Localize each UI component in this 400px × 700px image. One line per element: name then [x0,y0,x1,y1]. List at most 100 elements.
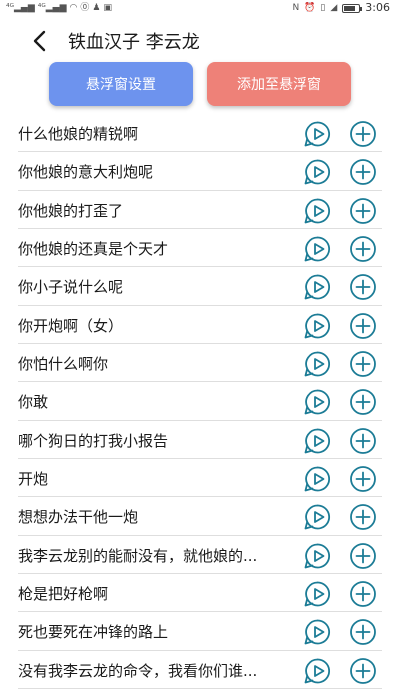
play-icon [304,121,330,147]
add-button[interactable] [349,388,377,416]
list-item[interactable]: 你小子说什么呢 [0,267,400,307]
add-button[interactable] [349,312,377,340]
list-item[interactable]: 你他娘的还真是个天才 [0,229,400,268]
play-button[interactable] [304,618,332,646]
add-button[interactable] [349,273,377,301]
plus-circle-icon [350,351,376,377]
app-notification-icon: ▣ [103,3,112,13]
status-bar: ⁴ᴳ▂▄▆ ⁴ᴳ▂▄▆ ◠ ⓪ ♟ ▣ N ⏰ ▯ ◢ 3:06 [0,0,400,16]
list-item[interactable]: 想想办法干他一炮 [0,497,400,537]
sound-title: 你他娘的打歪了 [18,201,124,220]
qq-icon: ♟ [92,3,101,13]
play-button[interactable] [304,542,332,570]
sound-title: 想想办法干他一炮 [18,508,139,527]
sound-title: 什么他娘的精锐啊 [18,125,139,143]
play-button[interactable] [304,580,332,608]
plus-circle-icon [350,159,376,186]
play-button[interactable] [304,465,332,493]
play-icon [304,236,330,262]
add-button[interactable] [349,120,377,148]
sound-title: 你怕什么啊你 [18,355,109,374]
plus-circle-icon [350,197,376,224]
play-button[interactable] [304,427,332,455]
add-button[interactable] [349,542,377,570]
add-button[interactable] [349,618,377,646]
plus-circle-icon [350,657,376,684]
status-time: 3:06 [365,1,390,14]
sound-title: 你敢 [18,393,49,412]
signal-4g-icon: ⁴ᴳ▂▄▆ [37,3,67,13]
play-icon [304,620,330,645]
play-icon [304,543,330,569]
float-settings-button[interactable]: 悬浮窗设置 [49,62,193,106]
plus-circle-icon [350,504,376,531]
list-item[interactable]: 什么他娘的精锐啊 [0,114,400,153]
nfc-icon: N [292,3,300,13]
header: 铁血汉子 李云龙 [0,16,400,62]
list-item[interactable]: 你敢 [0,382,400,422]
add-to-float-button[interactable]: 添加至悬浮窗 [207,62,351,106]
add-button[interactable] [349,465,377,493]
play-icon [304,428,330,454]
list-item[interactable]: 哪个狗日的打我小报告 [0,421,400,460]
list-item[interactable]: 开炮 [0,459,400,498]
status-bar-left: ⁴ᴳ▂▄▆ ⁴ᴳ▂▄▆ ◠ ⓪ ♟ ▣ [6,1,112,15]
list-item[interactable]: 死也要死在冲锋的路上 [0,612,400,652]
play-button[interactable] [304,657,332,685]
add-button[interactable] [349,580,377,608]
wifi-icon: ◠ [69,3,78,13]
play-button[interactable] [304,388,332,416]
list-item[interactable]: 你他娘的意大利炮呢 [0,152,400,192]
sound-title: 开炮 [18,470,49,489]
add-button[interactable] [349,158,377,186]
play-icon [304,313,330,339]
play-icon [304,159,330,185]
plus-circle-icon [350,312,376,339]
list-item[interactable]: 你怕什么啊你 [0,344,400,383]
play-button[interactable] [304,350,332,378]
play-icon [304,274,330,300]
list-item[interactable]: 枪是把好枪啊 [0,574,400,613]
list-item[interactable]: 我李云龙别的能耐没有，就他娘的... [0,536,400,575]
play-icon [304,390,330,415]
play-button[interactable] [304,312,332,340]
vibrate-icon: ▯ [320,3,326,13]
plus-circle-icon [350,274,376,301]
play-icon [304,351,330,377]
sound-title: 你开炮啊（女） [18,316,124,335]
add-button[interactable] [349,503,377,531]
add-button[interactable] [349,197,377,225]
play-icon [304,466,330,492]
sound-title: 你他娘的意大利炮呢 [18,163,154,182]
sound-list: 什么他娘的精锐啊 你他娘的意大利炮呢 你他娘的打歪了你他娘的还真是个天才你小子说什么… [0,114,400,690]
signal-4g-icon: ⁴ᴳ▂▄▆ [6,3,35,13]
list-item[interactable]: 你开炮啊（女） [0,306,400,345]
play-button[interactable] [304,158,332,186]
play-icon [304,581,330,607]
alarm-icon: ⏰ [304,3,316,13]
play-button[interactable] [304,197,332,225]
status-bar-right: N ⏰ ▯ ◢ 3:06 [292,1,390,15]
plus-circle-icon [350,619,376,646]
add-button[interactable] [349,350,377,378]
play-button[interactable] [304,503,332,531]
back-button[interactable] [26,26,56,56]
play-icon [304,658,330,684]
plus-circle-icon [350,542,376,569]
sound-title: 你他娘的还真是个天才 [18,240,169,259]
battery-icon [342,3,363,13]
add-button[interactable] [349,235,377,263]
play-button[interactable] [304,235,332,263]
notification-count-icon: ⓪ [80,3,90,13]
add-button[interactable] [349,657,377,685]
play-button[interactable] [304,120,332,148]
play-button[interactable] [304,273,332,301]
plus-circle-icon [350,236,376,262]
add-button[interactable] [349,427,377,455]
action-row: 悬浮窗设置 添加至悬浮窗 [0,62,400,108]
list-item[interactable]: 你他娘的打歪了 [0,191,400,230]
list-item[interactable]: 没有我李云龙的命令，我看你们谁... [0,651,400,690]
signal-icon: ◢ [330,3,338,13]
sound-title: 我李云龙别的能耐没有，就他娘的... [18,546,258,565]
play-icon [304,198,330,224]
